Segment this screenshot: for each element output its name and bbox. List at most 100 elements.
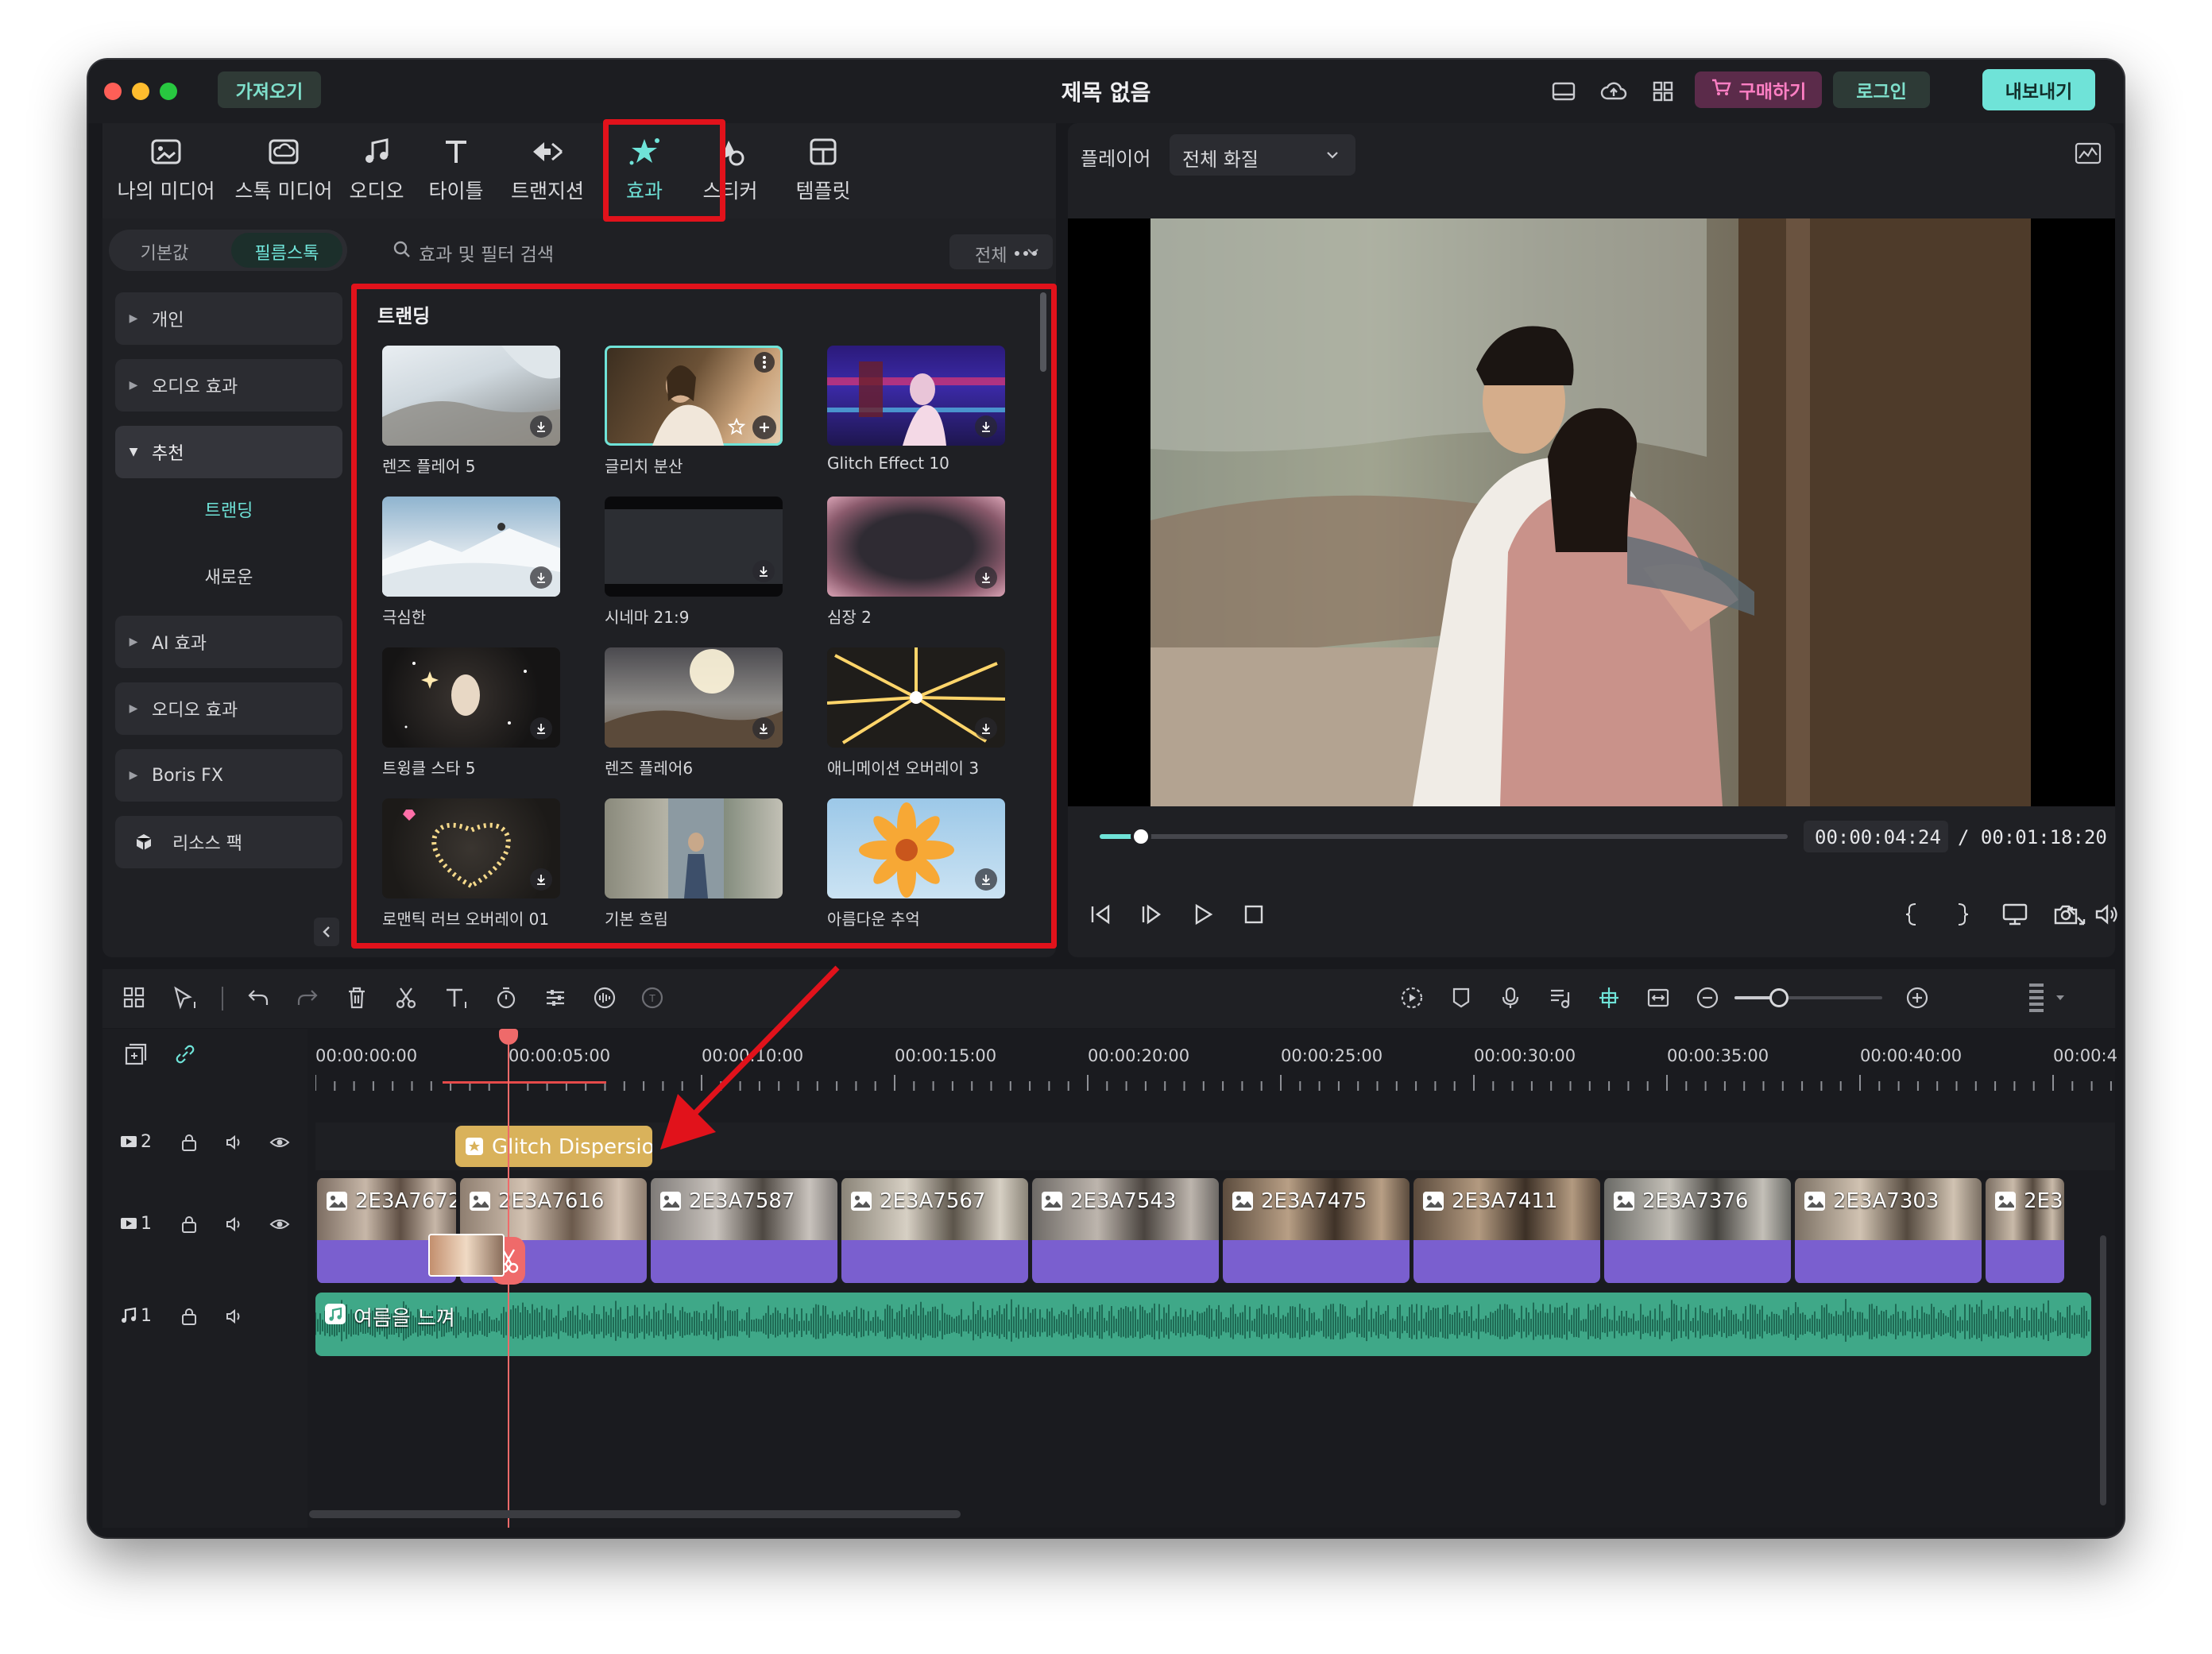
- fit-timeline-icon[interactable]: [1642, 982, 1674, 1014]
- effect-card[interactable]: Glitch Effect 10: [827, 346, 1005, 473]
- download-icon[interactable]: [530, 415, 552, 438]
- effect-card[interactable]: 극심한: [382, 497, 560, 628]
- select-cursor-icon[interactable]: [168, 982, 204, 1014]
- layout-icon[interactable]: [1546, 74, 1581, 109]
- microphone-icon[interactable]: [1495, 982, 1526, 1014]
- download-icon[interactable]: [530, 717, 552, 740]
- zoom-handle[interactable]: [1769, 988, 1789, 1007]
- subcategory-new[interactable]: 새로운: [115, 563, 342, 589]
- effect-card[interactable]: 트윙클 스타 5: [382, 647, 560, 779]
- segment-default[interactable]: 기본값: [109, 239, 220, 265]
- audio-clip[interactable]: 여름을 느껴: [315, 1293, 2091, 1356]
- download-icon[interactable]: [975, 717, 997, 740]
- timeline-clip[interactable]: 2E3A7543: [1031, 1178, 1219, 1283]
- tab-effects[interactable]: 효과: [605, 123, 684, 218]
- segment-filmstock[interactable]: 필름스톡: [231, 233, 342, 268]
- audio-list-icon[interactable]: [1544, 982, 1576, 1014]
- caret-down-icon[interactable]: [2052, 988, 2068, 1007]
- tab-stickers[interactable]: 스티커: [690, 123, 770, 218]
- speaker-icon[interactable]: [225, 1133, 244, 1155]
- stop-icon[interactable]: [1236, 898, 1271, 930]
- split-scissors-icon[interactable]: [390, 982, 422, 1014]
- link-chain-icon[interactable]: [169, 1038, 201, 1070]
- timeline-clip[interactable]: 2E3A7411: [1412, 1178, 1600, 1283]
- fullscreen-icon[interactable]: [2059, 900, 2094, 932]
- category-audio-effects-2[interactable]: ▶ 오디오 효과: [115, 682, 342, 735]
- more-options-icon[interactable]: [1008, 239, 1043, 268]
- tab-audio[interactable]: 오디오: [341, 123, 412, 218]
- delete-trash-icon[interactable]: [341, 982, 373, 1014]
- text-tool-icon[interactable]: [439, 982, 474, 1014]
- category-audio-effects[interactable]: ▶ 오디오 효과: [115, 359, 342, 412]
- effect-card-selected[interactable]: 글리치 분산: [605, 346, 783, 477]
- effect-clip[interactable]: Glitch Dispersio: [455, 1126, 652, 1167]
- download-icon[interactable]: [975, 566, 997, 589]
- display-icon[interactable]: [1997, 898, 2032, 930]
- ai-tool-icon[interactable]: T: [636, 982, 668, 1014]
- layout-grid-icon[interactable]: [118, 982, 150, 1014]
- add-track-icon[interactable]: [120, 1038, 152, 1070]
- lock-icon[interactable]: [180, 1215, 198, 1237]
- render-preview-icon[interactable]: [1396, 982, 1428, 1014]
- grid-scrollbar[interactable]: [1040, 292, 1046, 372]
- subcategory-trending[interactable]: 트랜딩: [115, 497, 342, 522]
- speaker-icon[interactable]: [225, 1307, 244, 1329]
- category-ai-effects[interactable]: ▶ AI 효과: [115, 616, 342, 668]
- effect-card[interactable]: 아름다운 추억: [827, 798, 1005, 929]
- play-icon[interactable]: [1185, 898, 1220, 930]
- timeline-vertical-scrollbar[interactable]: [2100, 1235, 2106, 1505]
- eye-icon[interactable]: [269, 1216, 290, 1235]
- effect-card[interactable]: 로맨틱 러브 오버레이 01: [382, 798, 560, 929]
- category-personal[interactable]: ▶ 개인: [115, 292, 342, 345]
- category-resource-pack[interactable]: 리소스 팩: [115, 816, 342, 868]
- tab-transitions[interactable]: 트랜지션: [500, 123, 595, 218]
- audio-stretch-icon[interactable]: [589, 982, 621, 1014]
- export-button[interactable]: 내보내기: [1982, 69, 2095, 110]
- timeline-clip[interactable]: 2E3: [1984, 1178, 2064, 1283]
- marker-shield-icon[interactable]: [1445, 982, 1477, 1014]
- lock-icon[interactable]: [180, 1133, 198, 1155]
- timeline-horizontal-scrollbar[interactable]: [309, 1510, 961, 1518]
- time-ruler[interactable]: 00:00:00:00 00:00:05:00 00:00:10:00 00:00:1…: [315, 1029, 2117, 1102]
- timeline-clip[interactable]: 2E3A7587: [649, 1178, 837, 1283]
- effect-card[interactable]: 렌즈 플레어 5: [382, 346, 560, 477]
- add-icon[interactable]: [752, 415, 776, 439]
- speaker-icon[interactable]: [225, 1215, 244, 1237]
- download-icon[interactable]: [975, 415, 997, 438]
- effect-card[interactable]: 심장 2: [827, 497, 1005, 628]
- playback-progress[interactable]: [1100, 826, 1788, 847]
- timeline-clip[interactable]: 2E3A7303: [1793, 1178, 1982, 1283]
- tab-stock-media[interactable]: 스톡 미디어: [228, 123, 339, 218]
- zoom-out-icon[interactable]: [1692, 982, 1723, 1014]
- adjust-sliders-icon[interactable]: [539, 982, 571, 1014]
- effect-card[interactable]: 렌즈 플레어6: [605, 647, 783, 779]
- next-frame-icon[interactable]: [1135, 898, 1170, 930]
- quality-dropdown[interactable]: 전체 화질: [1170, 134, 1355, 176]
- undo-icon[interactable]: [242, 982, 274, 1014]
- effect-card[interactable]: 기본 흐림: [605, 798, 783, 929]
- download-icon[interactable]: [752, 560, 775, 582]
- download-icon[interactable]: [530, 868, 552, 891]
- timeline-clip[interactable]: 2E3A7376: [1603, 1178, 1791, 1283]
- category-boris-fx[interactable]: ▶ Boris FX: [115, 749, 342, 802]
- effect-card[interactable]: 시네마 21:9: [605, 497, 783, 628]
- favorite-star-icon[interactable]: [725, 415, 748, 438]
- login-button[interactable]: 로그인: [1833, 71, 1930, 108]
- current-time[interactable]: 00:00:04:24: [1804, 821, 1948, 852]
- progress-handle[interactable]: [1130, 826, 1151, 847]
- prev-frame-icon[interactable]: [1084, 898, 1119, 930]
- video-preview[interactable]: [1068, 218, 2115, 806]
- more-options-icon[interactable]: [754, 352, 775, 373]
- speed-timer-icon[interactable]: [490, 982, 522, 1014]
- redo-icon[interactable]: [292, 982, 323, 1014]
- lock-icon[interactable]: [180, 1307, 198, 1329]
- download-icon[interactable]: [752, 717, 775, 740]
- zoom-slider[interactable]: [1734, 988, 1882, 1007]
- mark-in-icon[interactable]: [1897, 898, 1926, 930]
- download-icon[interactable]: [975, 868, 997, 891]
- collapse-sidebar-icon[interactable]: [314, 918, 339, 946]
- tab-titles[interactable]: 타이틀: [416, 123, 496, 218]
- tab-my-media[interactable]: 나의 미디어: [110, 123, 222, 218]
- tab-templates[interactable]: 템플릿: [779, 123, 867, 218]
- download-icon[interactable]: [530, 566, 552, 589]
